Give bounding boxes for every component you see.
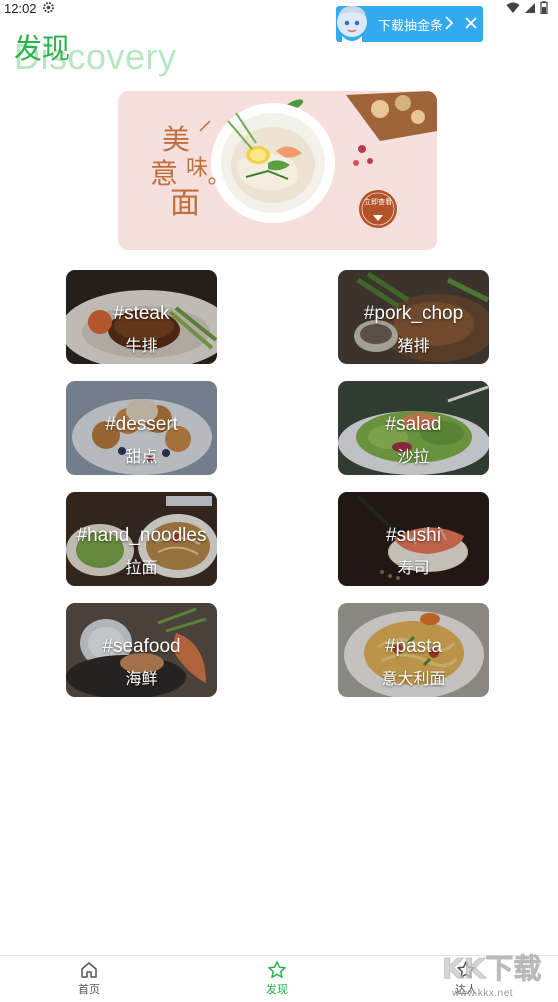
category-tag: #pork_chop <box>363 303 464 324</box>
settings-gear-icon <box>43 2 54 13</box>
banner-char-mian: 面 <box>170 186 200 221</box>
category-card-dessert[interactable]: #dessert 甜点 <box>66 381 217 475</box>
category-name: 寿司 <box>397 560 430 577</box>
star-icon <box>268 961 286 978</box>
category-card-steak[interactable]: #steak 牛排 <box>66 270 217 364</box>
chevron-right-icon <box>445 16 454 30</box>
category-card-seafood[interactable]: #seafood 海鲜 <box>66 603 217 697</box>
home-icon <box>81 962 97 978</box>
category-name: 海鲜 <box>125 671 158 688</box>
category-tag: #steak <box>113 303 170 324</box>
category-tag: #salad <box>385 414 442 435</box>
category-card-hand-noodles[interactable]: #hand_noodles 拉面 <box>66 492 217 586</box>
category-tag: #sushi <box>386 525 441 546</box>
ad-text: 下载抽金条 <box>378 18 444 33</box>
category-card-salad[interactable]: #salad 沙拉 <box>338 381 489 475</box>
nav-label-home: 首页 <box>78 984 100 996</box>
signal-icon <box>525 2 535 13</box>
category-tag: #seafood <box>102 636 181 657</box>
banner-char-mei: 美 <box>162 123 190 156</box>
floating-ad-banner[interactable]: 下载抽金条 <box>336 6 483 44</box>
page-title: 发现 <box>14 33 71 64</box>
category-name: 拉面 <box>125 560 158 577</box>
close-icon[interactable] <box>465 17 477 29</box>
category-card-pasta[interactable]: #pasta 意大利面 <box>338 603 489 697</box>
category-tag: #dessert <box>105 414 178 435</box>
nav-item-home[interactable]: 首页 <box>59 956 119 1002</box>
category-tag: #hand_noodles <box>76 525 207 546</box>
category-name: 沙拉 <box>397 449 430 466</box>
category-name: 猪排 <box>397 338 430 355</box>
status-time: 12:02 <box>4 1 37 16</box>
category-name: 意大利面 <box>381 671 446 688</box>
category-card-sushi[interactable]: #sushi 寿司 <box>338 492 489 586</box>
category-card-pork-chop[interactable]: #pork_chop 猪排 <box>338 270 489 364</box>
app-root: 12:02 下载抽金条 Discovery 发现 美 味 意 面 立即查看 #s… <box>0 0 558 1002</box>
anime-avatar-icon <box>337 6 367 44</box>
category-name: 甜点 <box>125 449 158 466</box>
battery-icon <box>540 1 548 14</box>
status-icons <box>506 1 548 14</box>
svg-text:KK下载: KK下载 <box>442 952 541 985</box>
promo-banner[interactable]: 美 味 意 面 立即查看 <box>118 91 437 250</box>
pasta-banner-image: 美 味 意 面 立即查看 <box>118 91 437 250</box>
nav-item-discovery[interactable]: 发现 <box>247 956 307 1002</box>
category-name: 牛排 <box>125 338 158 355</box>
watermark-url: www.kkx.net <box>452 988 514 999</box>
banner-view-now-text[interactable]: 立即查看 <box>364 197 392 206</box>
wifi-icon <box>506 2 520 13</box>
banner-char-wei: 味 <box>186 156 208 181</box>
nav-label-discovery: 发现 <box>266 984 288 996</box>
category-tag: #pasta <box>384 636 443 657</box>
